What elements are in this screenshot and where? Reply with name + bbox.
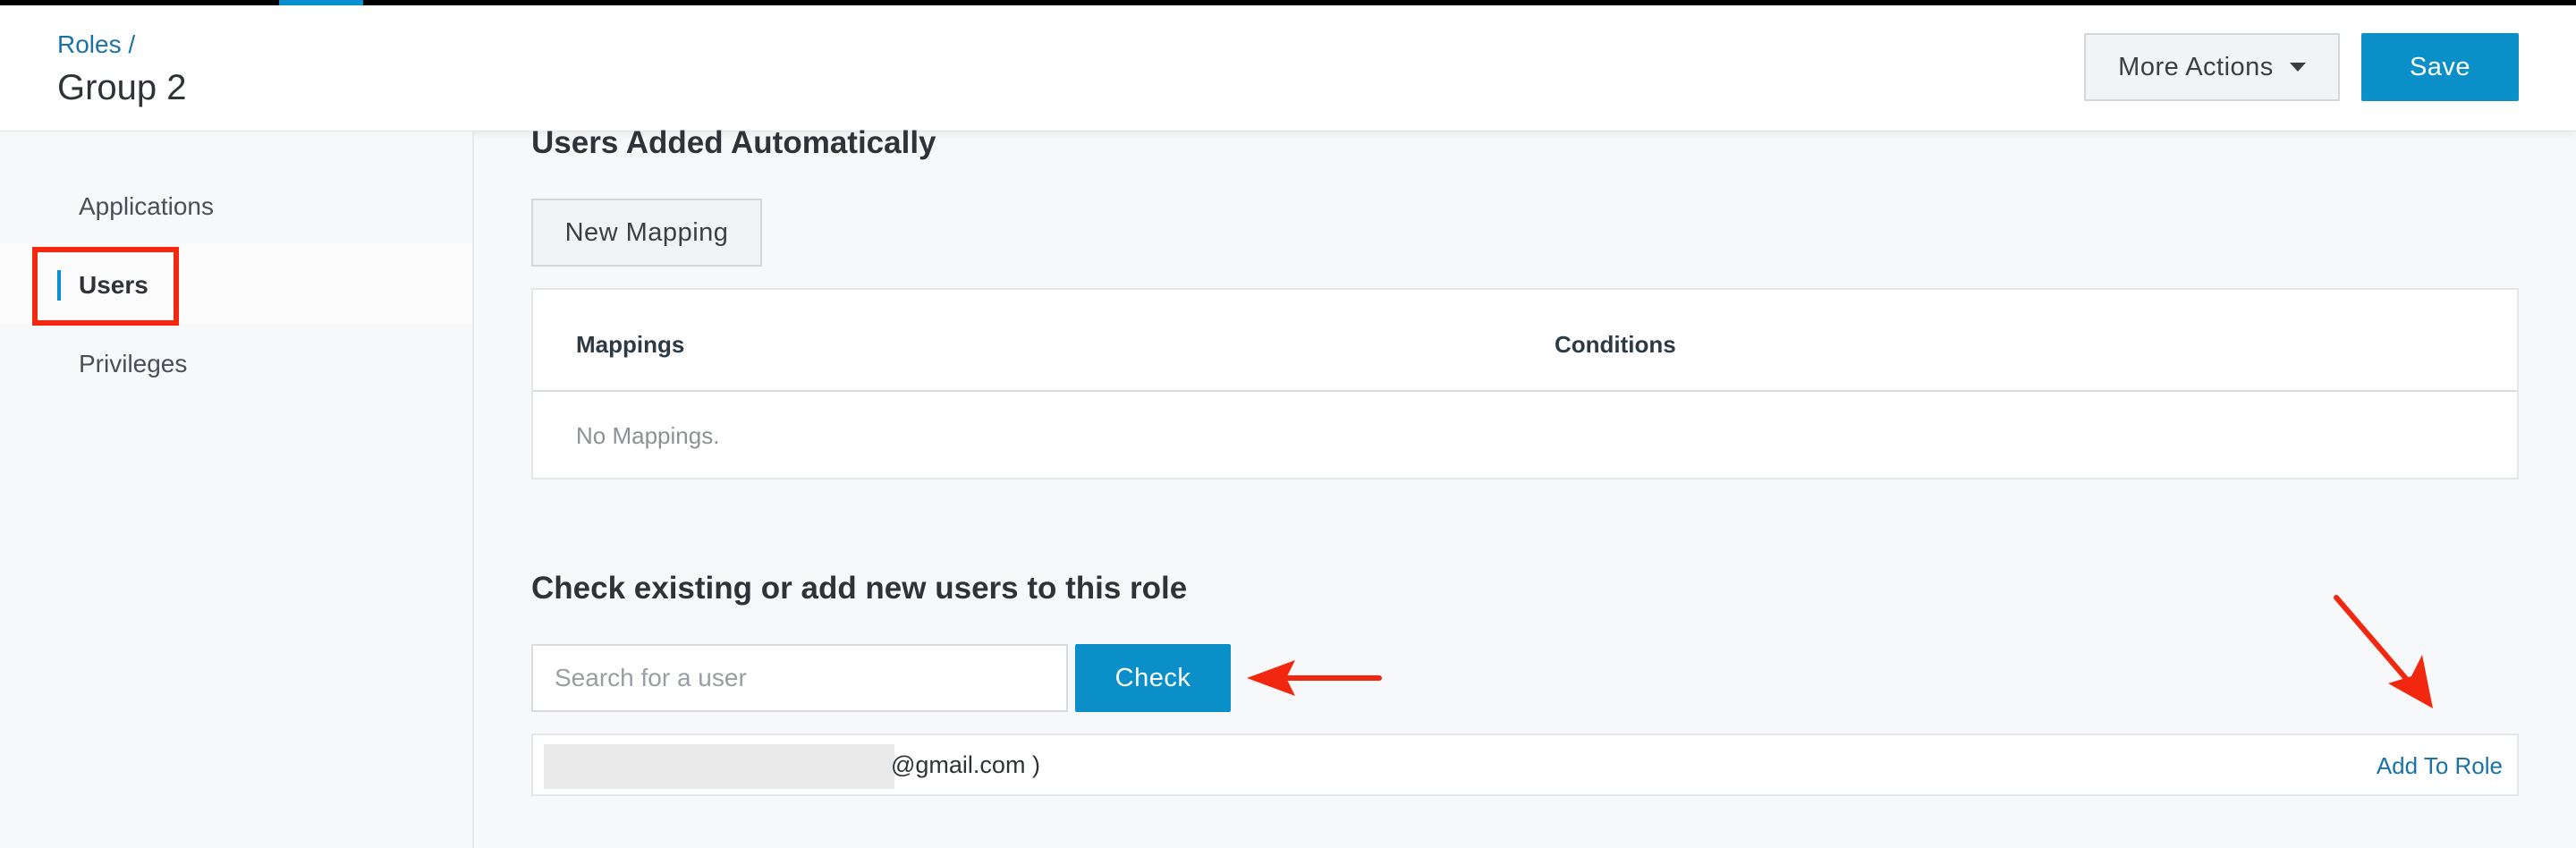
column-header-mappings: Mappings <box>576 331 685 358</box>
auto-users-section-title: Users Added Automatically <box>531 125 936 160</box>
check-arrow-annotation <box>1247 660 1382 696</box>
more-actions-label: More Actions <box>2118 52 2274 81</box>
users-highlight-annotation <box>32 247 179 326</box>
caret-down-icon <box>2289 63 2306 72</box>
user-email: @gmail.com ) <box>891 751 1040 778</box>
sidebar: Applications Users Privileges <box>0 131 474 848</box>
redacted-user-name <box>544 744 894 789</box>
user-search-result-row: @gmail.com ) Add To Role <box>531 734 2519 796</box>
more-actions-button[interactable]: More Actions <box>2084 33 2340 101</box>
table-empty-message: No Mappings. <box>576 422 720 449</box>
mappings-table: Mappings Conditions No Mappings. <box>531 288 2519 479</box>
add-to-role-link[interactable]: Add To Role <box>2377 752 2503 780</box>
sidebar-item-privileges[interactable]: Privileges <box>79 350 187 378</box>
page-header: Roles / Group 2 More Actions Save <box>0 5 2576 131</box>
check-users-section-title: Check existing or add new users to this … <box>531 571 1188 606</box>
check-button[interactable]: Check <box>1075 644 1231 712</box>
add-to-role-arrow-annotation <box>2334 595 2433 708</box>
save-button[interactable]: Save <box>2361 33 2519 101</box>
sidebar-item-applications[interactable]: Applications <box>79 192 214 221</box>
table-divider <box>533 390 2517 392</box>
user-search-input[interactable] <box>531 644 1068 712</box>
page-title: Group 2 <box>57 68 187 107</box>
new-mapping-button[interactable]: New Mapping <box>531 199 762 267</box>
column-header-conditions: Conditions <box>1555 331 1676 358</box>
breadcrumb-roles[interactable]: Roles / <box>57 30 135 59</box>
